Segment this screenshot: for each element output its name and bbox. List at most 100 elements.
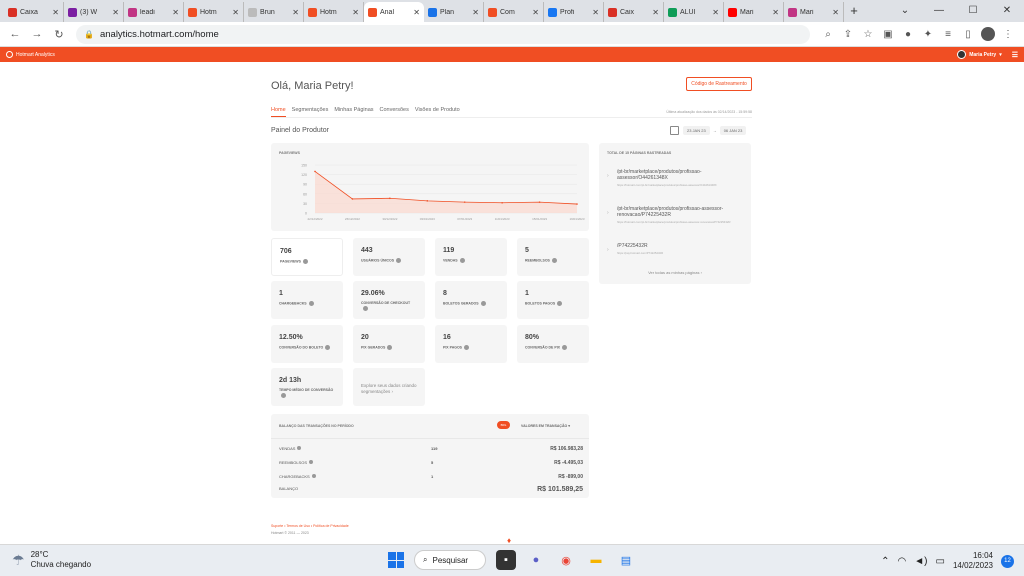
- share-icon[interactable]: ⇪: [838, 29, 858, 40]
- date-to[interactable]: 06 JAN 23: [719, 126, 747, 135]
- browser-tab[interactable]: leadi ✕: [124, 2, 184, 22]
- back-button[interactable]: ←: [6, 28, 24, 40]
- taskbar-search[interactable]: ⌕ Pesquisar: [414, 550, 486, 570]
- nav-tab[interactable]: Conversões: [380, 107, 409, 117]
- close-tab-icon[interactable]: ✕: [352, 8, 359, 17]
- task-view-icon[interactable]: ▪: [496, 550, 516, 570]
- currency-badge[interactable]: BRL: [497, 421, 510, 429]
- volume-icon[interactable]: ◄): [914, 556, 927, 567]
- browser-tab[interactable]: Mari ✕: [784, 2, 844, 22]
- info-icon[interactable]: [551, 258, 557, 263]
- browser-tab[interactable]: Plan ✕: [424, 2, 484, 22]
- info-icon[interactable]: [464, 345, 469, 350]
- close-tab-icon[interactable]: ✕: [772, 8, 779, 17]
- close-tab-icon[interactable]: ✕: [232, 8, 239, 17]
- browser-tab[interactable]: ALUI ✕: [664, 2, 724, 22]
- date-range-picker[interactable]: 23 JAN 23 → 06 JAN 23: [670, 126, 747, 135]
- info-icon[interactable]: [557, 301, 563, 306]
- new-tab-button[interactable]: +: [844, 2, 864, 22]
- browser-tab[interactable]: Profi ✕: [544, 2, 604, 22]
- brand-logo[interactable]: Hotmart Analytics: [6, 51, 55, 58]
- puzzle-icon[interactable]: ✦: [918, 29, 938, 40]
- extension-icon[interactable]: ▣: [878, 29, 898, 40]
- info-icon[interactable]: [387, 345, 393, 350]
- clock[interactable]: 16:04 14/02/2023: [953, 551, 993, 571]
- minimize-button[interactable]: —: [922, 0, 956, 22]
- file-explorer-icon[interactable]: ▬: [586, 550, 606, 570]
- forward-button[interactable]: →: [28, 28, 46, 40]
- tracked-pages-card: TOTAL DE 15 PÁGINAS RASTREADAS › /pt-br/m…: [599, 143, 751, 284]
- url-field[interactable]: 🔒 analytics.hotmart.com/home: [76, 24, 810, 44]
- info-icon[interactable]: [297, 446, 302, 450]
- tracking-code-button[interactable]: Código de Rastreamento: [686, 77, 752, 91]
- footer-links[interactable]: Suporte • Termos de Uso • Política de Pr…: [271, 524, 349, 528]
- browser-tab[interactable]: Hotm ✕: [304, 2, 364, 22]
- info-icon[interactable]: [459, 258, 465, 263]
- browser-tab[interactable]: Com ✕: [484, 2, 544, 22]
- close-tab-icon[interactable]: ✕: [172, 8, 179, 17]
- start-button[interactable]: [388, 552, 404, 568]
- tab-search-icon[interactable]: ⌄: [888, 0, 922, 22]
- close-tab-icon[interactable]: ✕: [413, 8, 420, 17]
- close-tab-icon[interactable]: ✕: [712, 8, 719, 17]
- wifi-icon[interactable]: ◠: [898, 556, 907, 567]
- info-icon[interactable]: [302, 259, 308, 264]
- notepad-icon[interactable]: ▤: [616, 550, 636, 570]
- notification-badge[interactable]: 12: [1001, 554, 1014, 568]
- nav-tab[interactable]: Home: [271, 107, 286, 117]
- info-icon[interactable]: [480, 301, 486, 306]
- close-tab-icon[interactable]: ✕: [52, 8, 59, 17]
- browser-tab[interactable]: Anal ✕: [364, 2, 424, 22]
- bookmark-star-icon[interactable]: ☆: [858, 29, 878, 40]
- hamburger-menu-icon[interactable]: ☰: [1012, 51, 1018, 59]
- reload-button[interactable]: ↻: [50, 28, 68, 41]
- browser-tab[interactable]: Caixa ✕: [4, 2, 64, 22]
- browser-tab[interactable]: Mari ✕: [724, 2, 784, 22]
- info-icon[interactable]: [562, 345, 568, 350]
- media-icon[interactable]: ≡: [938, 29, 958, 40]
- tracked-page-item[interactable]: › /P74225432R https://pay.hotmart.com/P742…: [607, 243, 747, 255]
- battery-icon[interactable]: ▭: [936, 556, 945, 567]
- date-from[interactable]: 23 JAN 23: [683, 126, 710, 135]
- profile-avatar[interactable]: [981, 27, 995, 41]
- close-tab-icon[interactable]: ✕: [112, 8, 119, 17]
- nav-tab[interactable]: Minhas Páginas: [334, 107, 373, 117]
- explore-segmentation-card[interactable]: Explore seus dados criando segmentações …: [353, 368, 425, 406]
- close-tab-icon[interactable]: ✕: [832, 8, 839, 17]
- close-tab-icon[interactable]: ✕: [292, 8, 299, 17]
- chart-xtick-label: 30/12/2022: [382, 217, 397, 221]
- info-icon[interactable]: [308, 301, 314, 306]
- info-icon[interactable]: [396, 258, 402, 263]
- browser-tab[interactable]: Caix ✕: [604, 2, 664, 22]
- close-tab-icon[interactable]: ✕: [592, 8, 599, 17]
- nav-tab[interactable]: Segmentações: [292, 107, 329, 117]
- info-icon[interactable]: [311, 474, 316, 478]
- browser-tab[interactable]: Brun ✕: [244, 2, 304, 22]
- extension-icon-2[interactable]: ●: [898, 29, 918, 40]
- close-tab-icon[interactable]: ✕: [652, 8, 659, 17]
- close-window-button[interactable]: ✕: [990, 0, 1024, 22]
- close-tab-icon[interactable]: ✕: [532, 8, 539, 17]
- chrome-icon[interactable]: ◉: [556, 550, 576, 570]
- info-icon[interactable]: [281, 393, 286, 398]
- info-icon[interactable]: [309, 460, 314, 464]
- weather-widget[interactable]: ☂ 28°C Chuva chegando: [12, 550, 91, 570]
- info-icon[interactable]: [325, 345, 331, 350]
- tracked-page-item[interactable]: › /pt-br/marketplace/produtos/profissao-a…: [607, 169, 747, 187]
- nav-tab[interactable]: Visões de Produto: [415, 107, 460, 117]
- maximize-button[interactable]: ☐: [956, 0, 990, 22]
- chat-icon[interactable]: ●: [526, 550, 546, 570]
- kebab-menu-icon[interactable]: ⋮: [998, 29, 1018, 40]
- browser-tab[interactable]: Hotm ✕: [184, 2, 244, 22]
- sidepanel-icon[interactable]: ▯: [958, 29, 978, 40]
- chevron-up-icon[interactable]: ⌃: [881, 556, 889, 567]
- page-path: /pt-br/marketplace/produtos/profissao-as…: [617, 169, 702, 181]
- info-icon[interactable]: [363, 306, 368, 311]
- zoom-icon[interactable]: ⌕: [818, 29, 838, 40]
- browser-tab[interactable]: (3) W ✕: [64, 2, 124, 22]
- user-menu[interactable]: Maria Petry ▾ ☰: [957, 50, 1018, 59]
- values-dropdown[interactable]: VALORES EM TRANSAÇÃO ▾: [521, 424, 570, 428]
- view-all-pages-link[interactable]: Ver todas as minhas páginas ›: [599, 270, 751, 275]
- tracked-page-item[interactable]: › /pt-br/marketplace/produtos/profissao-a…: [607, 206, 747, 224]
- close-tab-icon[interactable]: ✕: [472, 8, 479, 17]
